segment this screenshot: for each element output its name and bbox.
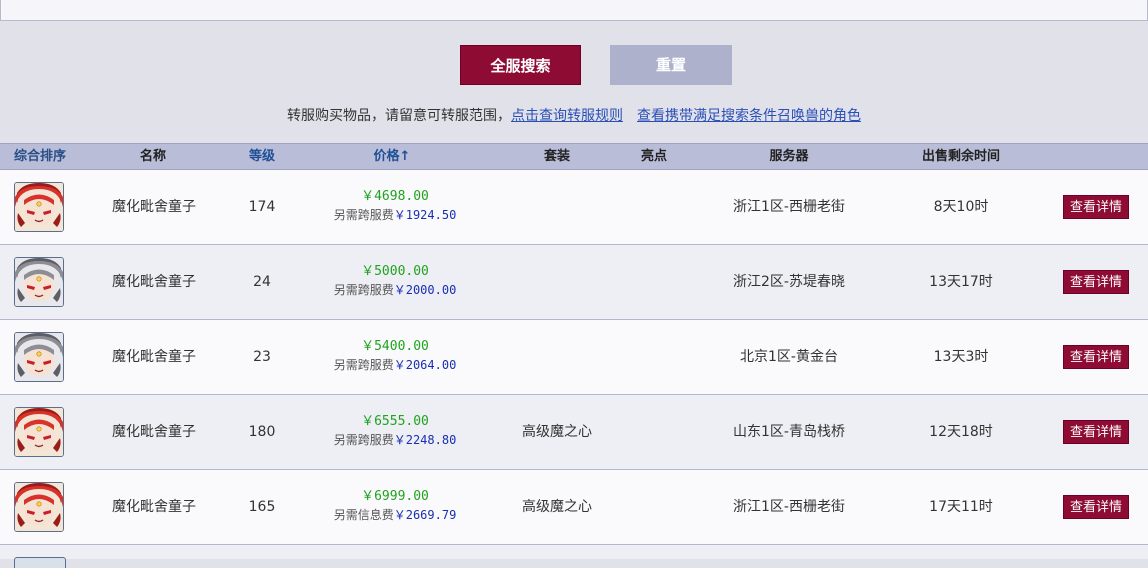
transfer-notice: 转服购买物品，请留意可转服范围，点击查询转服规则 查看携带满足搜索条件召唤兽的角色 (0, 106, 1148, 126)
view-details-button[interactable]: 查看详情 (1063, 195, 1129, 219)
price: ￥5000.00 (361, 264, 429, 279)
pet-level: 165 (248, 499, 276, 515)
fee-line: 另需信息费￥2669.79 (320, 506, 470, 524)
price: ￥6555.00 (361, 414, 429, 429)
server-name: 北京1区-黄金台 (740, 349, 838, 365)
table-row: 魔化毗舍童子 165 ￥6999.00 另需信息费￥2669.79 高级魔之心 … (0, 470, 1148, 545)
pet-highlight (614, 245, 694, 319)
pet-set (497, 245, 617, 319)
pet-level: 174 (248, 199, 276, 215)
server-name: 浙江1区-西栅老街 (733, 499, 845, 515)
fee-label: 另需跨服费 (333, 433, 394, 447)
header-highlight: 亮点 (640, 149, 667, 164)
pet-avatar-icon[interactable] (14, 257, 64, 307)
all-server-search-button[interactable]: 全服搜索 (460, 45, 581, 85)
pet-name: 魔化毗舍童子 (112, 349, 196, 365)
fee-label: 另需跨服费 (333, 358, 394, 372)
sort-arrow-icon: ↑ (399, 149, 411, 164)
pet-set (497, 170, 617, 244)
view-details-button[interactable]: 查看详情 (1063, 345, 1129, 369)
header-set: 套装 (543, 149, 570, 164)
pet-highlight (614, 320, 694, 394)
price: ￥6999.00 (361, 489, 429, 504)
fee-line: 另需跨服费￥2248.80 (320, 431, 470, 449)
pet-set (497, 320, 617, 394)
reset-button[interactable]: 重置 (610, 45, 732, 85)
fee-label: 另需跨服费 (333, 283, 394, 297)
pet-highlight (614, 170, 694, 244)
header-level[interactable]: 等级 (222, 144, 302, 169)
price: ￥4698.00 (361, 189, 429, 204)
pet-avatar-icon[interactable] (14, 407, 64, 457)
table-row: 魔化毗舍童子 174 ￥4698.00 另需跨服费￥1924.50 浙江1区-西… (0, 170, 1148, 245)
fee-value: ￥2248.80 (393, 433, 457, 447)
fee-line: 另需跨服费￥1924.50 (320, 206, 470, 224)
remaining-time: 13天17时 (929, 274, 993, 290)
fee-value: ￥2669.79 (393, 508, 457, 522)
fee-label: 另需跨服费 (333, 208, 394, 222)
table-row: 魔化毗舍童子 180 ￥6555.00 另需跨服费￥2248.80 高级魔之心 … (0, 395, 1148, 470)
remaining-time: 12天18时 (929, 424, 993, 440)
price-block: ￥6555.00 另需跨服费￥2248.80 (320, 413, 470, 449)
price-block: ￥6999.00 另需信息费￥2669.79 (320, 488, 470, 524)
price-block: ￥4698.00 另需跨服费￥1924.50 (320, 188, 470, 224)
fee-label: 另需信息费 (333, 508, 394, 522)
remaining-time: 17天11时 (929, 499, 993, 515)
search-panel-bottom (0, 0, 1148, 21)
pet-name: 魔化毗舍童子 (112, 424, 196, 440)
view-details-button[interactable]: 查看详情 (1063, 270, 1129, 294)
pet-level: 180 (248, 424, 276, 440)
pet-name: 魔化毗舍童子 (112, 499, 196, 515)
server-name: 浙江1区-西栅老街 (733, 199, 845, 215)
view-roles-link[interactable]: 查看携带满足搜索条件召唤兽的角色 (637, 108, 861, 124)
view-details-button[interactable]: 查看详情 (1063, 420, 1129, 444)
pet-avatar-icon[interactable] (14, 332, 64, 382)
pet-level: 24 (253, 274, 271, 290)
pet-highlight (614, 470, 694, 544)
fee-line: 另需跨服费￥2064.00 (320, 356, 470, 374)
pet-avatar-icon[interactable] (14, 182, 64, 232)
table-row-partial (0, 545, 1148, 568)
table-row: 魔化毗舍童子 23 ￥5400.00 另需跨服费￥2064.00 北京1区-黄金… (0, 320, 1148, 395)
pet-set: 高级魔之心 (522, 424, 592, 440)
pet-highlight (614, 395, 694, 469)
header-server: 服务器 (769, 149, 809, 164)
price-block: ￥5400.00 另需跨服费￥2064.00 (320, 338, 470, 374)
header-remaining-time: 出售剩余时间 (921, 149, 1000, 164)
transfer-notice-text: 转服购买物品，请留意可转服范围， (287, 108, 511, 124)
server-name: 浙江2区-苏堤春晓 (733, 274, 845, 290)
price-block: ￥5000.00 另需跨服费￥2000.00 (320, 263, 470, 299)
price: ￥5400.00 (361, 339, 429, 354)
pet-level: 23 (253, 349, 271, 365)
remaining-time: 13天3时 (933, 349, 989, 365)
remaining-time: 8天10时 (933, 199, 989, 215)
table-row: 魔化毗舍童子 24 ￥5000.00 另需跨服费￥2000.00 浙江2区-苏堤… (0, 245, 1148, 320)
header-price-label: 价格 (373, 149, 400, 164)
transfer-rules-link[interactable]: 点击查询转服规则 (511, 108, 623, 124)
header-price[interactable]: 价格↑ (342, 144, 442, 169)
pet-name: 魔化毗舍童子 (112, 199, 196, 215)
table-header: 综合排序 名称 等级 价格↑ 套装 亮点 服务器 出售剩余时间 (0, 143, 1148, 170)
header-rank[interactable]: 综合排序 (0, 144, 80, 169)
server-name: 山东1区-青岛栈桥 (733, 424, 845, 440)
pet-name: 魔化毗舍童子 (112, 274, 196, 290)
fee-value: ￥2000.00 (393, 283, 457, 297)
fee-value: ￥1924.50 (393, 208, 457, 222)
pet-set: 高级魔之心 (522, 499, 592, 515)
fee-line: 另需跨服费￥2000.00 (320, 281, 470, 299)
pet-avatar-icon[interactable] (14, 482, 64, 532)
fee-value: ￥2064.00 (393, 358, 457, 372)
view-details-button[interactable]: 查看详情 (1063, 495, 1129, 519)
header-name: 名称 (139, 149, 166, 164)
